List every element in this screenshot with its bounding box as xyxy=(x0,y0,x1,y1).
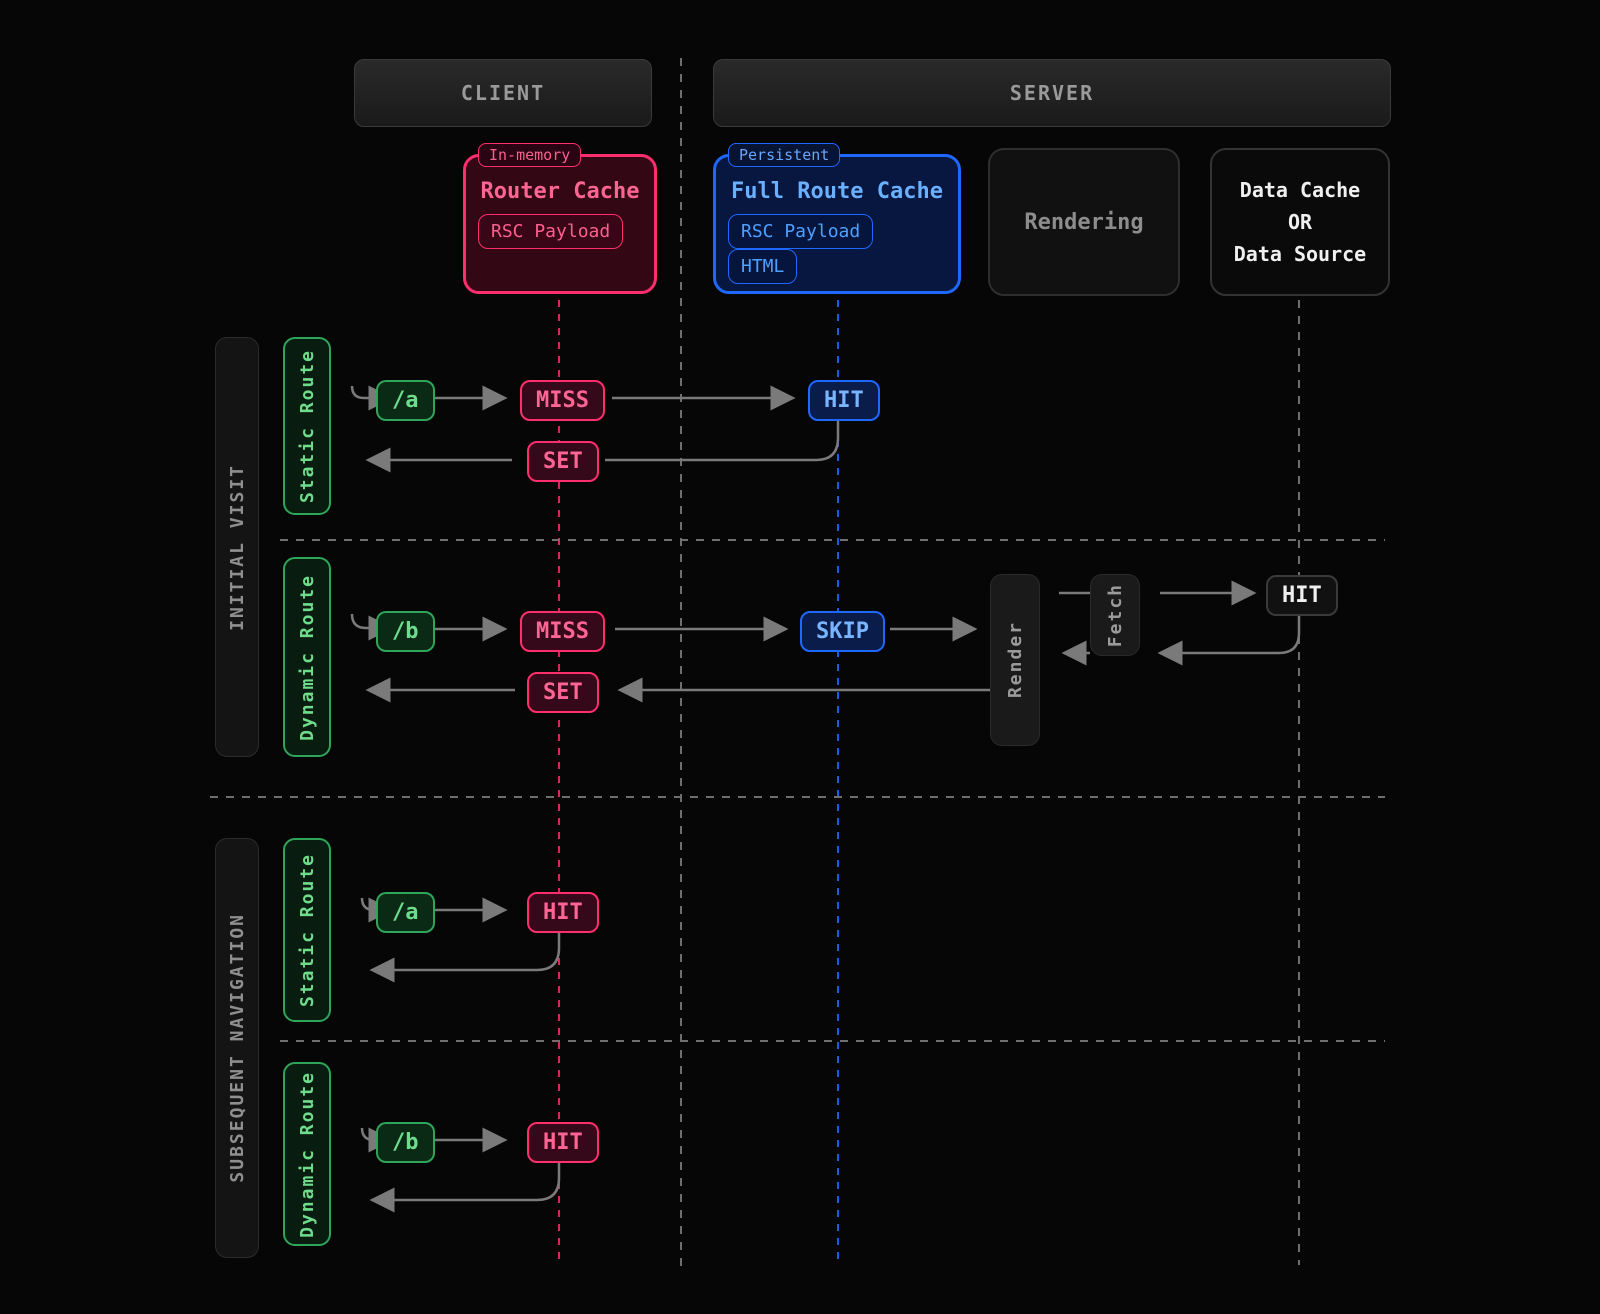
initial-visit-col: INITIAL VISIT xyxy=(215,337,259,757)
full-route-cache-card: Persistent Full Route Cache RSC Payload … xyxy=(713,154,961,294)
dynamic-route-col-1: Dynamic Route xyxy=(283,557,331,757)
static-route-col-1: Static Route xyxy=(283,337,331,515)
diagram-stage: CLIENT SERVER In-memory Router Cache RSC… xyxy=(0,0,1600,1314)
router-badge: In-memory xyxy=(478,143,581,167)
miss-1: MISS xyxy=(520,380,605,421)
hit-data-1: HIT xyxy=(1266,575,1338,616)
route-a-2: /a xyxy=(376,892,435,933)
hit-3: HIT xyxy=(527,1122,599,1163)
static-route-label-2: Static Route xyxy=(297,853,318,1007)
full-chip-html: HTML xyxy=(728,249,797,284)
route-b-1: /b xyxy=(376,611,435,652)
full-badge: Persistent xyxy=(728,143,840,167)
server-header: SERVER xyxy=(713,59,1391,127)
dynamic-route-col-2: Dynamic Route xyxy=(283,1062,331,1246)
set-1: SET xyxy=(527,441,599,482)
client-header-label: CLIENT xyxy=(461,81,545,105)
rendering-label: Rendering xyxy=(1024,210,1143,235)
full-title: Full Route Cache xyxy=(716,179,958,204)
render-col: Render xyxy=(990,574,1040,746)
subsequent-nav-label: SUBSEQUENT NAVIGATION xyxy=(227,913,248,1183)
dynamic-route-label-2: Dynamic Route xyxy=(297,1071,318,1238)
route-a-1: /a xyxy=(376,380,435,421)
router-chip-rsc: RSC Payload xyxy=(478,214,623,249)
fetch-label: Fetch xyxy=(1105,583,1126,647)
router-title: Router Cache xyxy=(466,179,654,204)
fetch-col: Fetch xyxy=(1090,574,1140,656)
dynamic-route-label-1: Dynamic Route xyxy=(297,574,318,741)
skip-1: SKIP xyxy=(800,611,885,652)
static-route-label-1: Static Route xyxy=(297,349,318,503)
data-cache-label: Data Cache OR Data Source xyxy=(1234,174,1366,270)
rendering-card: Rendering xyxy=(988,148,1180,296)
client-header: CLIENT xyxy=(354,59,652,127)
subsequent-nav-col: SUBSEQUENT NAVIGATION xyxy=(215,838,259,1258)
set-2: SET xyxy=(527,672,599,713)
route-b-2: /b xyxy=(376,1122,435,1163)
hit-2: HIT xyxy=(527,892,599,933)
miss-2: MISS xyxy=(520,611,605,652)
hit-1: HIT xyxy=(808,380,880,421)
static-route-col-2: Static Route xyxy=(283,838,331,1022)
server-header-label: SERVER xyxy=(1010,81,1094,105)
full-chip-rsc: RSC Payload xyxy=(728,214,873,249)
initial-visit-label: INITIAL VISIT xyxy=(227,464,248,631)
router-cache-card: In-memory Router Cache RSC Payload xyxy=(463,154,657,294)
render-label: Render xyxy=(1005,621,1026,698)
data-cache-card: Data Cache OR Data Source xyxy=(1210,148,1390,296)
